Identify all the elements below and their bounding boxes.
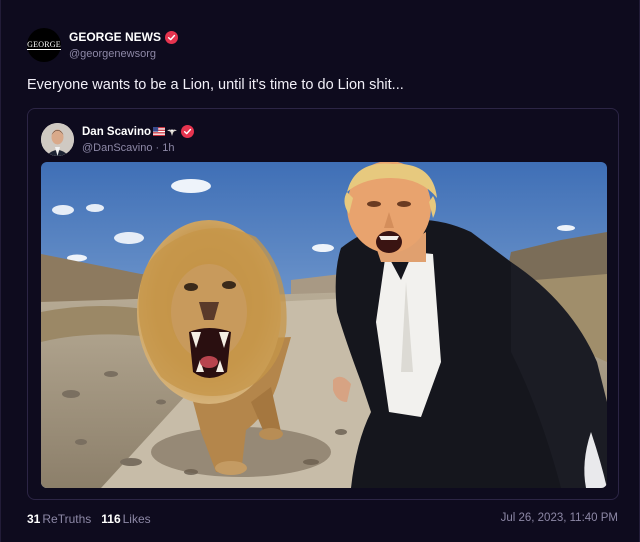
quoted-post-card[interactable]: Dan Scavino @DanScavino · 1h [27, 108, 619, 500]
author-name-text: GEORGE NEWS [69, 30, 162, 44]
lion-and-man-photo [41, 162, 607, 488]
retruths-stat[interactable]: 31 ReTruths [27, 512, 91, 526]
quoted-author-avatar[interactable] [41, 123, 74, 156]
likes-label: Likes [122, 512, 151, 526]
author-display-name[interactable]: GEORGE NEWS [69, 30, 179, 44]
post-timestamp[interactable]: Jul 26, 2023, 11:40 PM [501, 512, 618, 524]
likes-count: 116 [101, 512, 121, 526]
truth-post: GEORGE GEORGE NEWS @georgenewsorg Everyo… [0, 0, 640, 542]
eagle-icon [167, 128, 178, 136]
quoted-author[interactable]: Dan Scavino @DanScavino · 1h [41, 123, 195, 156]
retruths-label: ReTruths [42, 512, 92, 526]
post-author[interactable]: GEORGE GEORGE NEWS @georgenewsorg [27, 28, 179, 62]
post-text: Everyone wants to be a Lion, until it's … [27, 77, 404, 93]
quoted-author-display-name[interactable]: Dan Scavino [82, 125, 195, 138]
us-flag-icon [153, 127, 166, 136]
author-avatar[interactable]: GEORGE [27, 28, 61, 62]
quoted-author-name-text: Dan Scavino [82, 125, 152, 138]
quoted-post-image[interactable] [41, 162, 607, 488]
person-avatar-icon [41, 123, 74, 156]
post-stats: 31 ReTruths 116 Likes [27, 512, 151, 526]
verified-badge-icon [181, 125, 195, 138]
likes-stat[interactable]: 116 Likes [101, 512, 150, 526]
author-handle[interactable]: @georgenewsorg [69, 48, 178, 60]
retruths-count: 31 [27, 512, 41, 526]
quoted-author-handle[interactable]: @DanScavino · 1h [82, 142, 194, 154]
verified-badge-icon [165, 30, 179, 44]
author-names: GEORGE NEWS @georgenewsorg [69, 30, 179, 60]
quoted-author-names: Dan Scavino @DanScavino · 1h [82, 125, 195, 154]
avatar-logo-text: GEORGE [27, 40, 61, 50]
